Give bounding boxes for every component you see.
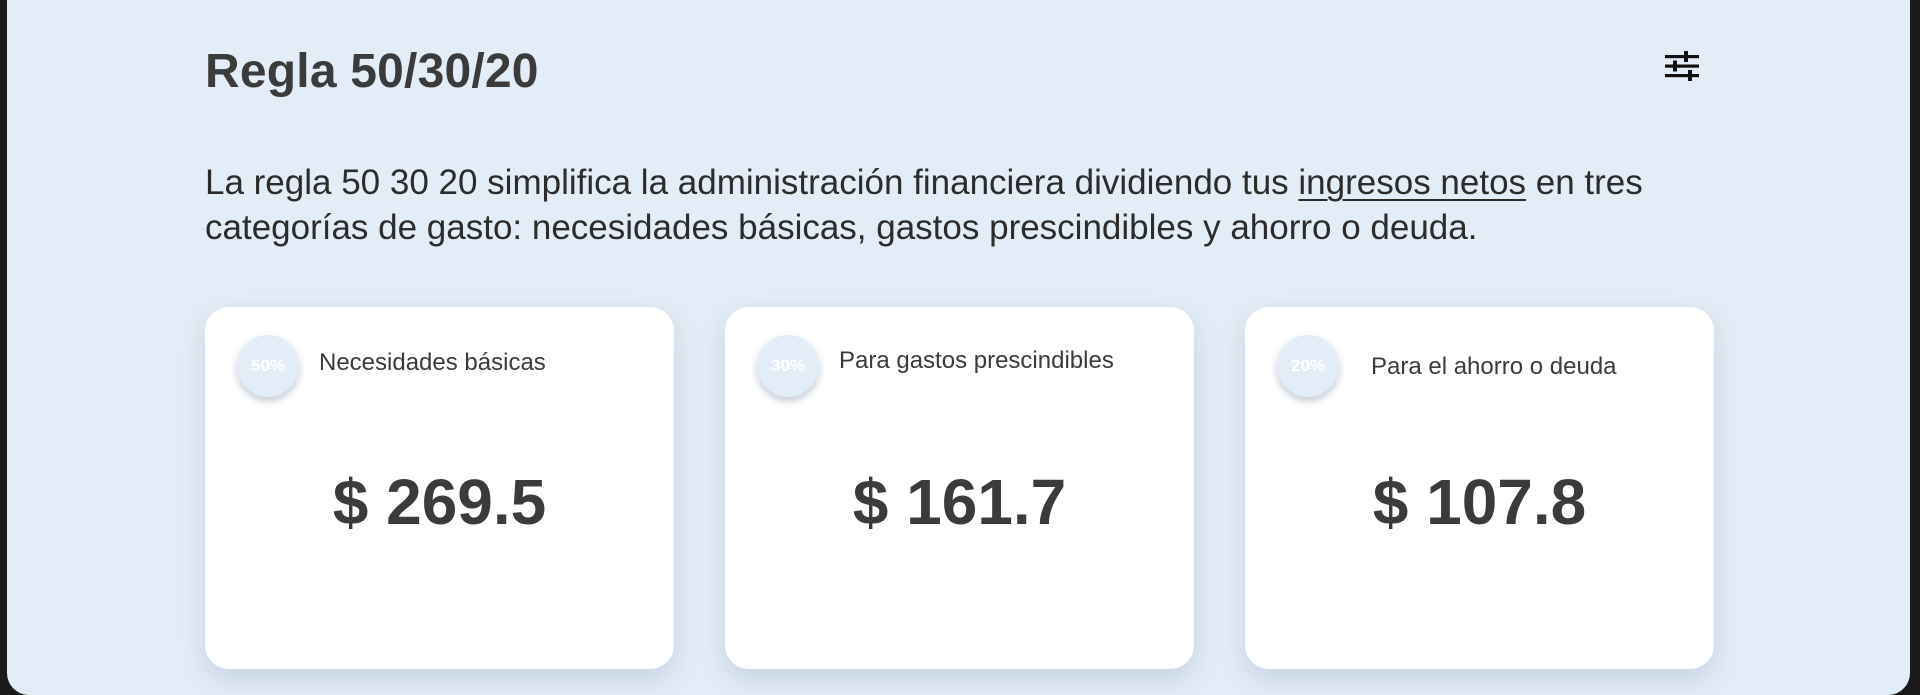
percent-badge: 20% (1277, 335, 1339, 397)
card-label: Para gastos prescindibles (839, 347, 1114, 374)
page-title: Regla 50/30/20 (205, 45, 539, 98)
sliders-icon (1665, 51, 1699, 81)
card-label: Necesidades básicas (319, 349, 546, 376)
card-amount: $ 269.5 (332, 466, 547, 538)
card-amount: $ 107.8 (1372, 466, 1587, 538)
net-income-link[interactable]: ingresos netos (1298, 163, 1526, 202)
app-frame: Regla 50/30/20 La regla 50 30 20 simplif… (7, 0, 1910, 695)
settings-button[interactable] (1658, 44, 1706, 88)
percent-badge: 30% (757, 335, 819, 397)
card-amount: $ 161.7 (852, 466, 1067, 538)
card-basic-needs: 50% Necesidades básicas $ 269.5 (205, 307, 674, 669)
intro-paragraph: La regla 50 30 20 simplifica la administ… (205, 160, 1695, 250)
card-savings-debt: 20% Para el ahorro o deuda $ 107.8 (1245, 307, 1714, 669)
intro-text-start: La regla 50 30 20 simplifica la administ… (205, 163, 1299, 202)
card-discretionary: 30% Para gastos prescindibles $ 161.7 (725, 307, 1194, 669)
percent-badge: 50% (237, 335, 299, 397)
card-label: Para el ahorro o deuda (1371, 353, 1617, 380)
